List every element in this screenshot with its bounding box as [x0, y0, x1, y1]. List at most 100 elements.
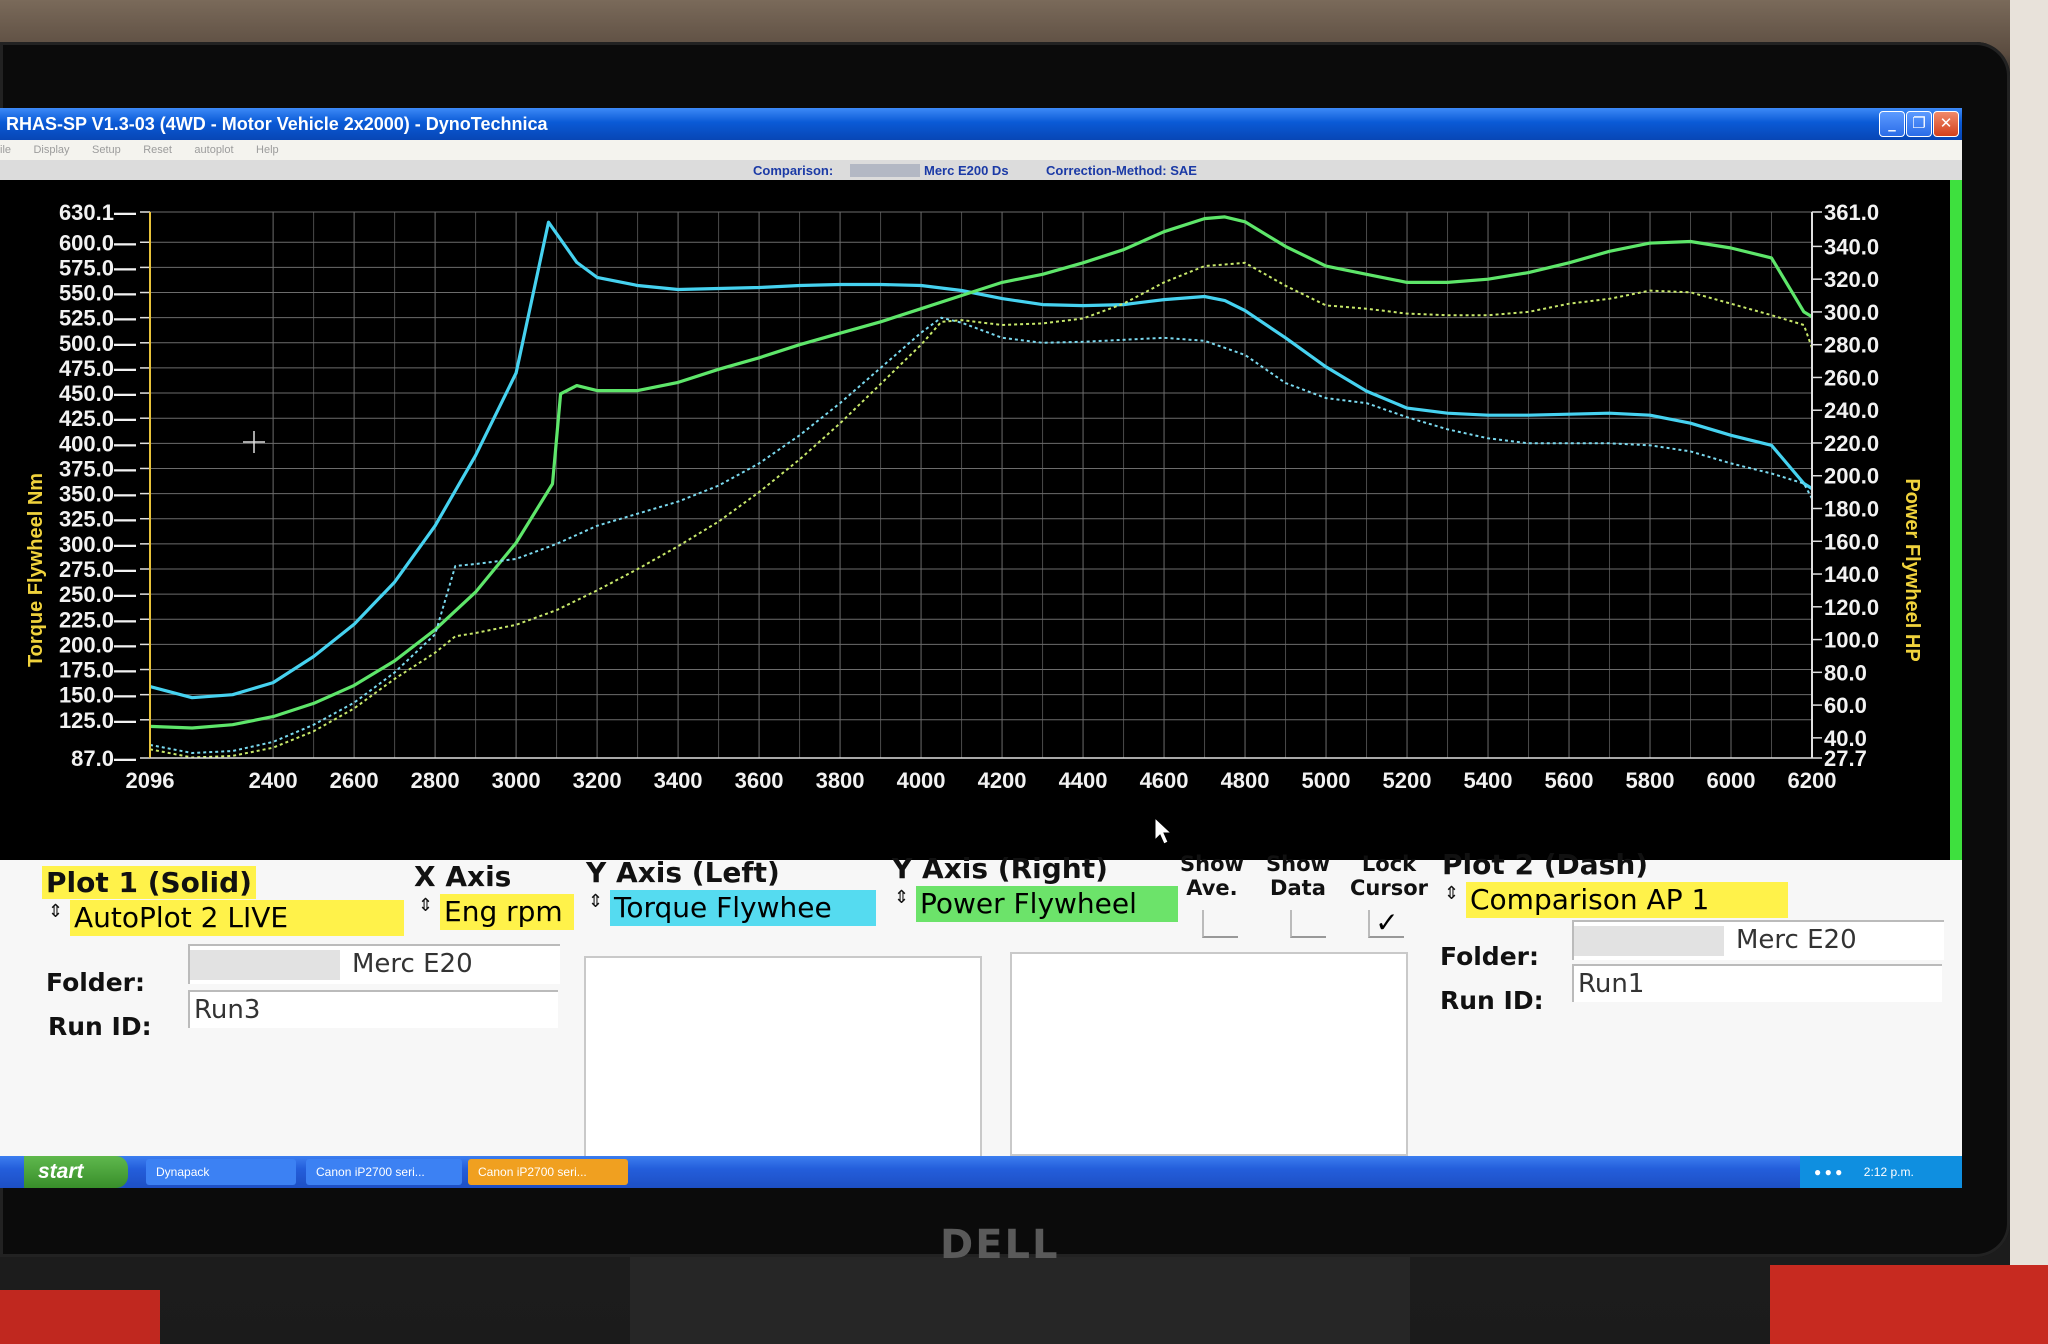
x-tick-label: 5000 — [1302, 768, 1351, 793]
window-title: RHAS-SP V1.3-03 (4WD - Motor Vehicle 2x2… — [6, 114, 548, 134]
x-axis-select[interactable]: Eng rpm — [440, 894, 574, 930]
plot2-spinner-icon[interactable]: ⇕ — [1444, 885, 1459, 903]
show-data-checkbox[interactable] — [1290, 910, 1326, 938]
plot-control-panel: Plot 1 (Solid) ⇕ AutoPlot 2 LIVE Folder:… — [0, 848, 1962, 1188]
status-stripe — [1950, 180, 1962, 860]
taskbar-item-canon-2[interactable]: Canon iP2700 seri... — [468, 1159, 628, 1185]
lock-cursor-label-line2: Cursor — [1350, 876, 1429, 900]
y-right-tick-label: 340.0 — [1824, 234, 1879, 259]
plot2-folder-field[interactable]: Merc E20 — [1572, 920, 1944, 960]
taskbar-item-canon-1[interactable]: Canon iP2700 seri... — [306, 1159, 462, 1185]
menu-autoplot[interactable]: autoplot — [194, 140, 233, 160]
y-left-tick-label: 250.0— — [59, 582, 136, 607]
wall-right — [2010, 0, 2048, 1344]
y-right-tick-label: 320.0 — [1824, 267, 1879, 292]
plot2-folder-value: Merc E20 — [1736, 925, 1857, 955]
y-right-tick-label: 80.0 — [1824, 660, 1867, 685]
folder-redacted-2 — [1574, 925, 1724, 956]
x-tick-label: 6000 — [1707, 768, 1756, 793]
y-axis-right-select[interactable]: Power Flywheel — [916, 886, 1178, 922]
maximize-button[interactable]: ❐ — [1906, 111, 1932, 137]
menu-reset[interactable]: Reset — [143, 140, 172, 160]
plot1-folder-field[interactable]: Merc E20 — [188, 944, 560, 984]
y-right-tick-label: 300.0 — [1824, 300, 1879, 325]
x-tick-label: 6200 — [1788, 768, 1837, 793]
start-button[interactable]: start — [24, 1156, 128, 1188]
y-left-tick-label: 175.0— — [59, 658, 136, 683]
y-axis-right-control-label: Y Axis (Right) — [892, 852, 1108, 885]
y-left-tick-label: 525.0— — [59, 306, 136, 331]
yleft-spinner-icon[interactable]: ⇕ — [588, 893, 603, 911]
mouse-pointer-icon — [1154, 816, 1173, 845]
plot2-folder-label: Folder: — [1440, 942, 1539, 971]
menu-display[interactable]: Display — [33, 140, 69, 160]
plot1-label-text: Plot 1 (Solid) — [42, 866, 256, 899]
comparison-vehicle: Merc E200 Ds — [924, 163, 1009, 178]
menu-bar: ile Display Setup Reset autoplot Help — [0, 140, 1962, 160]
comparison-label: Comparison: — [753, 163, 834, 178]
y-left-tick-label: 300.0— — [59, 532, 136, 557]
y-axis-left-select[interactable]: Torque Flywhee — [610, 890, 876, 926]
y-right-tick-label: 160.0 — [1824, 529, 1879, 554]
y-left-tick-label: 125.0— — [59, 708, 136, 733]
y-right-tick-label: 120.0 — [1824, 595, 1879, 620]
tray-icons[interactable]: ● ● ● — [1814, 1165, 1842, 1179]
menu-setup[interactable]: Setup — [92, 140, 121, 160]
desk-object-left — [0, 1290, 160, 1344]
x-tick-label: 3000 — [492, 768, 541, 793]
x-tick-label: 5400 — [1464, 768, 1513, 793]
x-tick-label: 5600 — [1545, 768, 1594, 793]
monitor-stand — [630, 1257, 1410, 1344]
y-right-tick-label: 60.0 — [1824, 693, 1867, 718]
y-left-tick-label: 325.0— — [59, 507, 136, 532]
show-data-label-line2: Data — [1270, 876, 1326, 900]
menu-file[interactable]: ile — [0, 140, 11, 160]
y-axis-left-control-label: Y Axis (Left) — [586, 856, 780, 889]
series-line-4 — [149, 261, 1813, 759]
y-left-tick-label: 450.0— — [59, 381, 136, 406]
plot2-runid-field[interactable]: Run1 — [1572, 964, 1942, 1002]
y-left-tick-label: 550.0— — [59, 281, 136, 306]
plot1-spinner-icon[interactable]: ⇕ — [48, 903, 63, 921]
taskbar-item-dynapack[interactable]: Dynapack — [146, 1159, 296, 1185]
plot1-runid-field[interactable]: Run3 — [188, 990, 558, 1028]
yright-spinner-icon[interactable]: ⇕ — [894, 889, 909, 907]
y-right-tick-label: 27.7 — [1824, 746, 1867, 771]
lock-cursor-label: Lock Cursor — [1350, 852, 1428, 900]
y-right-tick-label: 240.0 — [1824, 398, 1879, 423]
x-tick-label: 2800 — [411, 768, 460, 793]
desk-object-right — [1770, 1265, 2048, 1344]
y-left-tick-label: 87.0— — [71, 746, 136, 771]
xaxis-spinner-icon[interactable]: ⇕ — [418, 897, 433, 915]
y-left-tick-label: 630.1— — [59, 200, 136, 225]
x-tick-label: 4200 — [978, 768, 1027, 793]
show-ave-label-line2: Ave. — [1186, 876, 1238, 900]
plot2-select[interactable]: Comparison AP 1 — [1466, 882, 1788, 918]
y-axis-right-label: Power Flywheel HP — [1901, 478, 1923, 661]
menu-help[interactable]: Help — [256, 140, 279, 160]
crosshair-cursor — [243, 431, 265, 453]
comparison-info-bar: Comparison: Merc E200 Ds Correction-Meth… — [0, 160, 1962, 180]
show-ave-checkbox[interactable] — [1202, 910, 1238, 938]
y-right-tick-label: 260.0 — [1824, 365, 1879, 390]
plot2-label: Plot 2 (Dash) — [1442, 848, 1649, 881]
close-button[interactable]: ✕ — [1933, 111, 1959, 137]
series-line-3 — [149, 316, 1813, 754]
lock-cursor-checkbox[interactable]: ✓ — [1368, 909, 1404, 938]
x-tick-label: 5200 — [1383, 768, 1432, 793]
plot1-runid-label: Run ID: — [48, 1012, 152, 1041]
plot1-select[interactable]: AutoPlot 2 LIVE — [70, 900, 404, 936]
x-tick-label: 2400 — [249, 768, 298, 793]
window-titlebar[interactable]: RHAS-SP V1.3-03 (4WD - Motor Vehicle 2x2… — [0, 108, 1962, 140]
y-left-tick-label: 200.0— — [59, 632, 136, 657]
y-left-tick-label: 400.0— — [59, 431, 136, 456]
dyno-chart[interactable]: 2096 2400 2600 2800 3000 3200 3400 3600 3800 4000… — [0, 180, 1962, 860]
y-left-tick-label: 350.0— — [59, 482, 136, 507]
series-line-1 — [149, 220, 1813, 700]
minimize-button[interactable]: _ — [1879, 111, 1905, 137]
comparison-value-redacted — [850, 164, 920, 177]
y-right-tick-label: 280.0 — [1824, 333, 1879, 358]
x-tick-label: 4800 — [1221, 768, 1270, 793]
plot1-folder-value: Merc E20 — [352, 949, 473, 979]
correction-method: Correction-Method: SAE — [1046, 163, 1197, 178]
